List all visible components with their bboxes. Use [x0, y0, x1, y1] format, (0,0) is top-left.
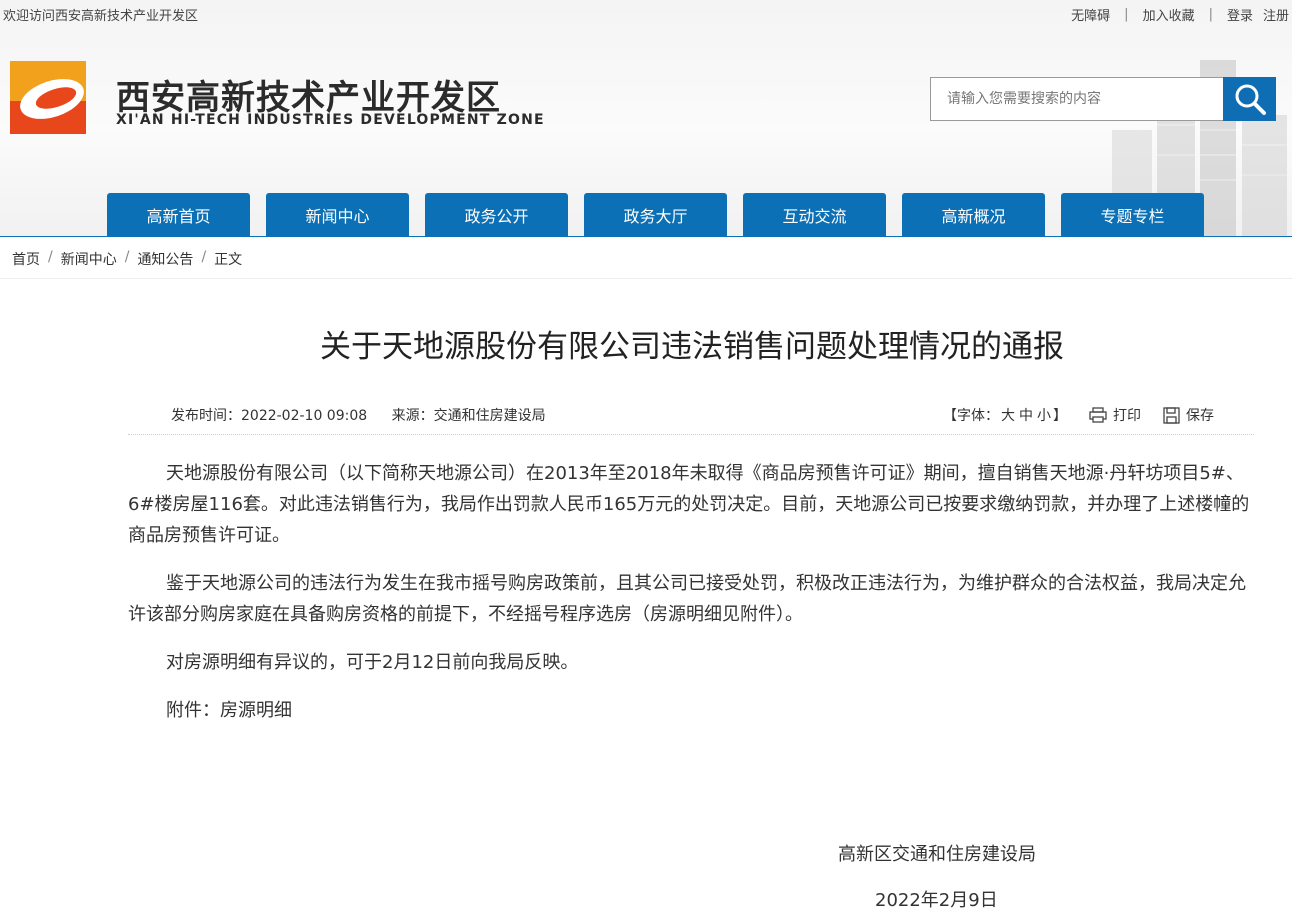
register-link[interactable]: 注册	[1263, 5, 1289, 24]
breadcrumb-home[interactable]: 首页	[12, 249, 40, 269]
nav-service-hall[interactable]: 政务大厅	[584, 193, 727, 237]
breadcrumb-divider	[0, 278, 1292, 279]
welcome-text: 欢迎访问西安高新技术产业开发区	[3, 9, 199, 24]
print-button[interactable]: 打印	[1089, 405, 1141, 425]
article-signature: 高新区交通和住房建设局	[838, 844, 1036, 865]
top-bar: 欢迎访问西安高新技术产业开发区 无障碍 | 加入收藏 | 登录 注册	[0, 0, 1292, 28]
publish-time: 2022-02-10 09:08	[241, 408, 368, 424]
nav-underline	[0, 236, 1292, 237]
font-size-selector: 【字体：大中小】	[943, 405, 1067, 425]
font-size-medium[interactable]: 中	[1019, 408, 1033, 424]
search-icon	[1235, 84, 1266, 115]
font-size-prefix: 【字体：	[943, 408, 999, 424]
article-paragraph: 对房源明细有异议的，可于2月12日前向我局反映。	[166, 652, 579, 673]
article-source: 交通和住房建设局	[433, 408, 546, 424]
search-box	[930, 77, 1224, 121]
breadcrumb-separator: /	[124, 249, 130, 265]
print-label: 打印	[1113, 408, 1141, 424]
nav-interaction[interactable]: 互动交流	[743, 193, 886, 237]
breadcrumb-notices[interactable]: 通知公告	[137, 249, 193, 269]
login-link[interactable]: 登录	[1227, 5, 1253, 24]
article-paragraph: 天地源股份有限公司（以下简称天地源公司）在2013年至2018年未取得《商品房预…	[128, 463, 1250, 546]
article-attachment[interactable]: 附件：房源明细	[128, 695, 1256, 726]
top-links: 无障碍 | 加入收藏 | 登录 注册	[1071, 5, 1289, 24]
nav-home[interactable]: 高新首页	[107, 193, 250, 237]
printer-icon	[1089, 407, 1107, 423]
font-size-large[interactable]: 大	[1001, 408, 1015, 424]
breadcrumb-separator: /	[48, 249, 53, 265]
main-nav: 高新首页 新闻中心 政务公开 政务大厅 互动交流 高新概况 专题专栏	[107, 193, 1204, 237]
article-paragraph: 鉴于天地源公司的违法行为发生在我市摇号购房政策前，且其公司已接受处罚，积极改正违…	[128, 573, 1246, 625]
search-button[interactable]	[1223, 77, 1276, 121]
nav-special-topics[interactable]: 专题专栏	[1061, 193, 1204, 237]
save-label: 保存	[1186, 408, 1214, 424]
top-link-separator: |	[1124, 7, 1129, 22]
article-tools: 【字体：大中小】 打印 保存	[943, 405, 1214, 425]
search-input[interactable]	[931, 78, 1223, 120]
article-content: 天地源股份有限公司（以下简称天地源公司）在2013年至2018年未取得《商品房预…	[128, 458, 1256, 743]
article-meta: 发布时间：2022-02-10 09:08 来源：交通和住房建设局	[171, 405, 546, 425]
save-button[interactable]: 保存	[1163, 405, 1214, 425]
save-icon	[1163, 406, 1180, 424]
add-favorite-link[interactable]: 加入收藏	[1143, 5, 1195, 24]
nav-overview[interactable]: 高新概况	[902, 193, 1045, 237]
article-title: 关于天地源股份有限公司违法销售问题处理情况的通报	[320, 329, 1064, 365]
font-size-suffix: 】	[1053, 408, 1067, 424]
meta-divider	[128, 434, 1254, 435]
top-link-separator: |	[1208, 7, 1213, 22]
breadcrumb-current: 正文	[214, 252, 243, 268]
nav-government-affairs[interactable]: 政务公开	[425, 193, 568, 237]
source-label: 来源：	[391, 408, 434, 424]
nav-news-center[interactable]: 新闻中心	[266, 193, 409, 237]
font-size-small[interactable]: 小	[1037, 408, 1051, 424]
article-date: 2022年2月9日	[875, 890, 998, 911]
accessibility-link[interactable]: 无障碍	[1071, 5, 1110, 24]
breadcrumb: 首页 / 新闻中心 / 通知公告 / 正文	[12, 249, 242, 269]
site-logo-icon[interactable]	[10, 61, 86, 134]
site-header: 欢迎访问西安高新技术产业开发区 无障碍 | 加入收藏 | 登录 注册 西安高新技…	[0, 0, 1292, 237]
publish-time-label: 发布时间：	[171, 408, 241, 424]
breadcrumb-separator: /	[201, 249, 207, 265]
site-title-en: XI'AN HI-TECH INDUSTRIES DEVELOPMENT ZON…	[116, 112, 545, 128]
breadcrumb-news-center[interactable]: 新闻中心	[61, 249, 117, 269]
